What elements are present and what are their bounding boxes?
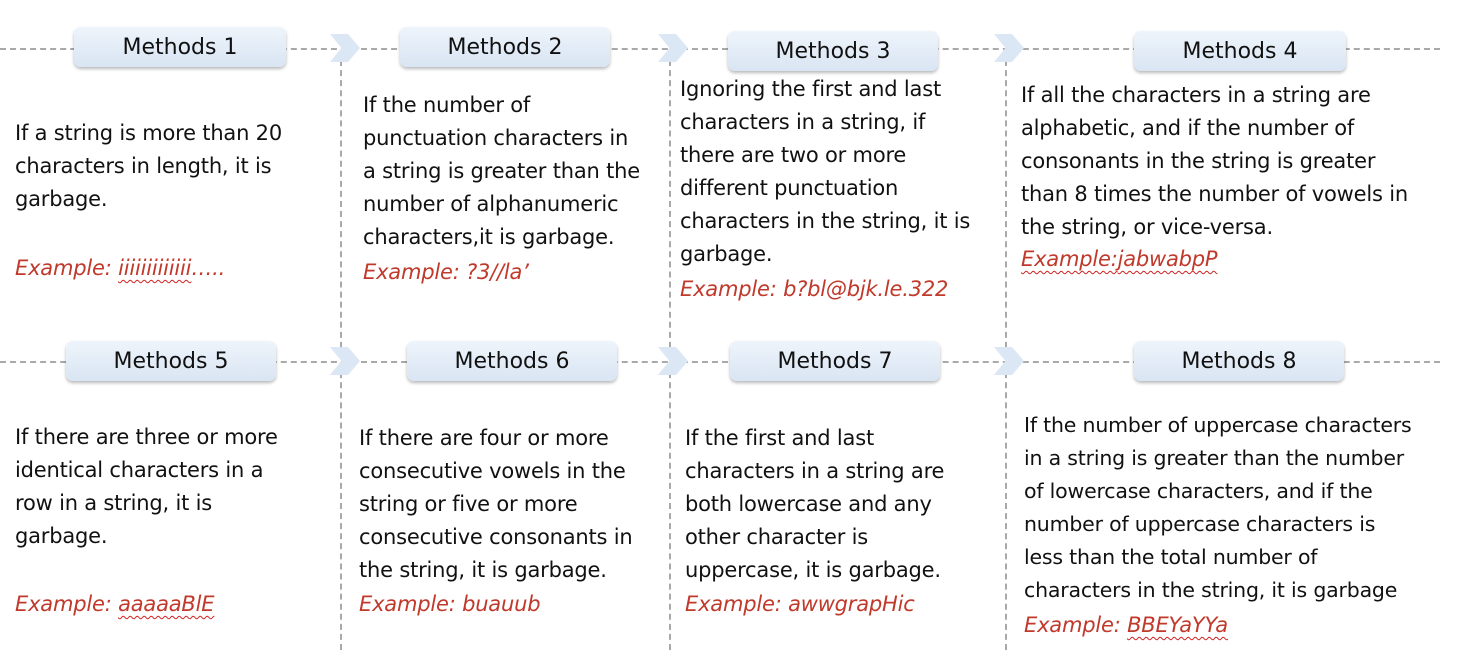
method-description: If there are four or more consecutive vo…	[359, 426, 633, 582]
method-description: If there are three or more identical cha…	[15, 425, 278, 548]
example-value: jabwabpP	[1117, 247, 1218, 271]
method-example: Example: ?3//la’	[363, 260, 529, 284]
method-description: Ignoring the first and last characters i…	[680, 77, 971, 266]
method-description: If all the characters in a string are al…	[1021, 83, 1408, 239]
method-example: Example:jabwabpP	[1021, 247, 1218, 271]
method-example: Example: buauub	[359, 592, 541, 616]
method-title: Methods 3	[728, 31, 938, 71]
method-title: Methods 5	[66, 341, 276, 381]
method-example: Example: b?bl@bjk.le.322	[680, 277, 949, 301]
method-title: Methods 7	[730, 341, 940, 381]
method-example: Example: iiiiiiiiiiiii…..	[15, 256, 226, 280]
example-value: iiiiiiiiiiiii	[118, 256, 192, 280]
example-value: BBEYaYYa	[1127, 613, 1228, 637]
method-description: If the number of punctuation characters …	[363, 93, 640, 249]
example-value: aaaaaBlE	[118, 592, 215, 616]
method-title: Methods 2	[400, 27, 610, 67]
example-value: ?3//la’	[466, 260, 529, 284]
method-description: If a string is more than 20 characters i…	[15, 121, 283, 211]
methods-diagram: Methods 1 If a string is more than 20 ch…	[0, 0, 1468, 652]
example-value: awwgrapHic	[788, 592, 915, 616]
example-value: b?bl@bjk.le.322	[783, 277, 949, 301]
method-title: Methods 8	[1134, 341, 1344, 381]
method-description: If the first and last characters in a st…	[685, 426, 945, 582]
method-title: Methods 4	[1134, 31, 1346, 71]
method-description: If the number of uppercase characters in…	[1024, 413, 1412, 602]
method-title: Methods 6	[407, 341, 617, 381]
method-example: Example: BBEYaYYa	[1024, 613, 1228, 637]
example-value: buauub	[462, 592, 541, 616]
method-example: Example: awwgrapHic	[685, 592, 915, 616]
method-example: Example: aaaaaBlE	[15, 592, 215, 616]
method-title: Methods 1	[74, 27, 286, 67]
